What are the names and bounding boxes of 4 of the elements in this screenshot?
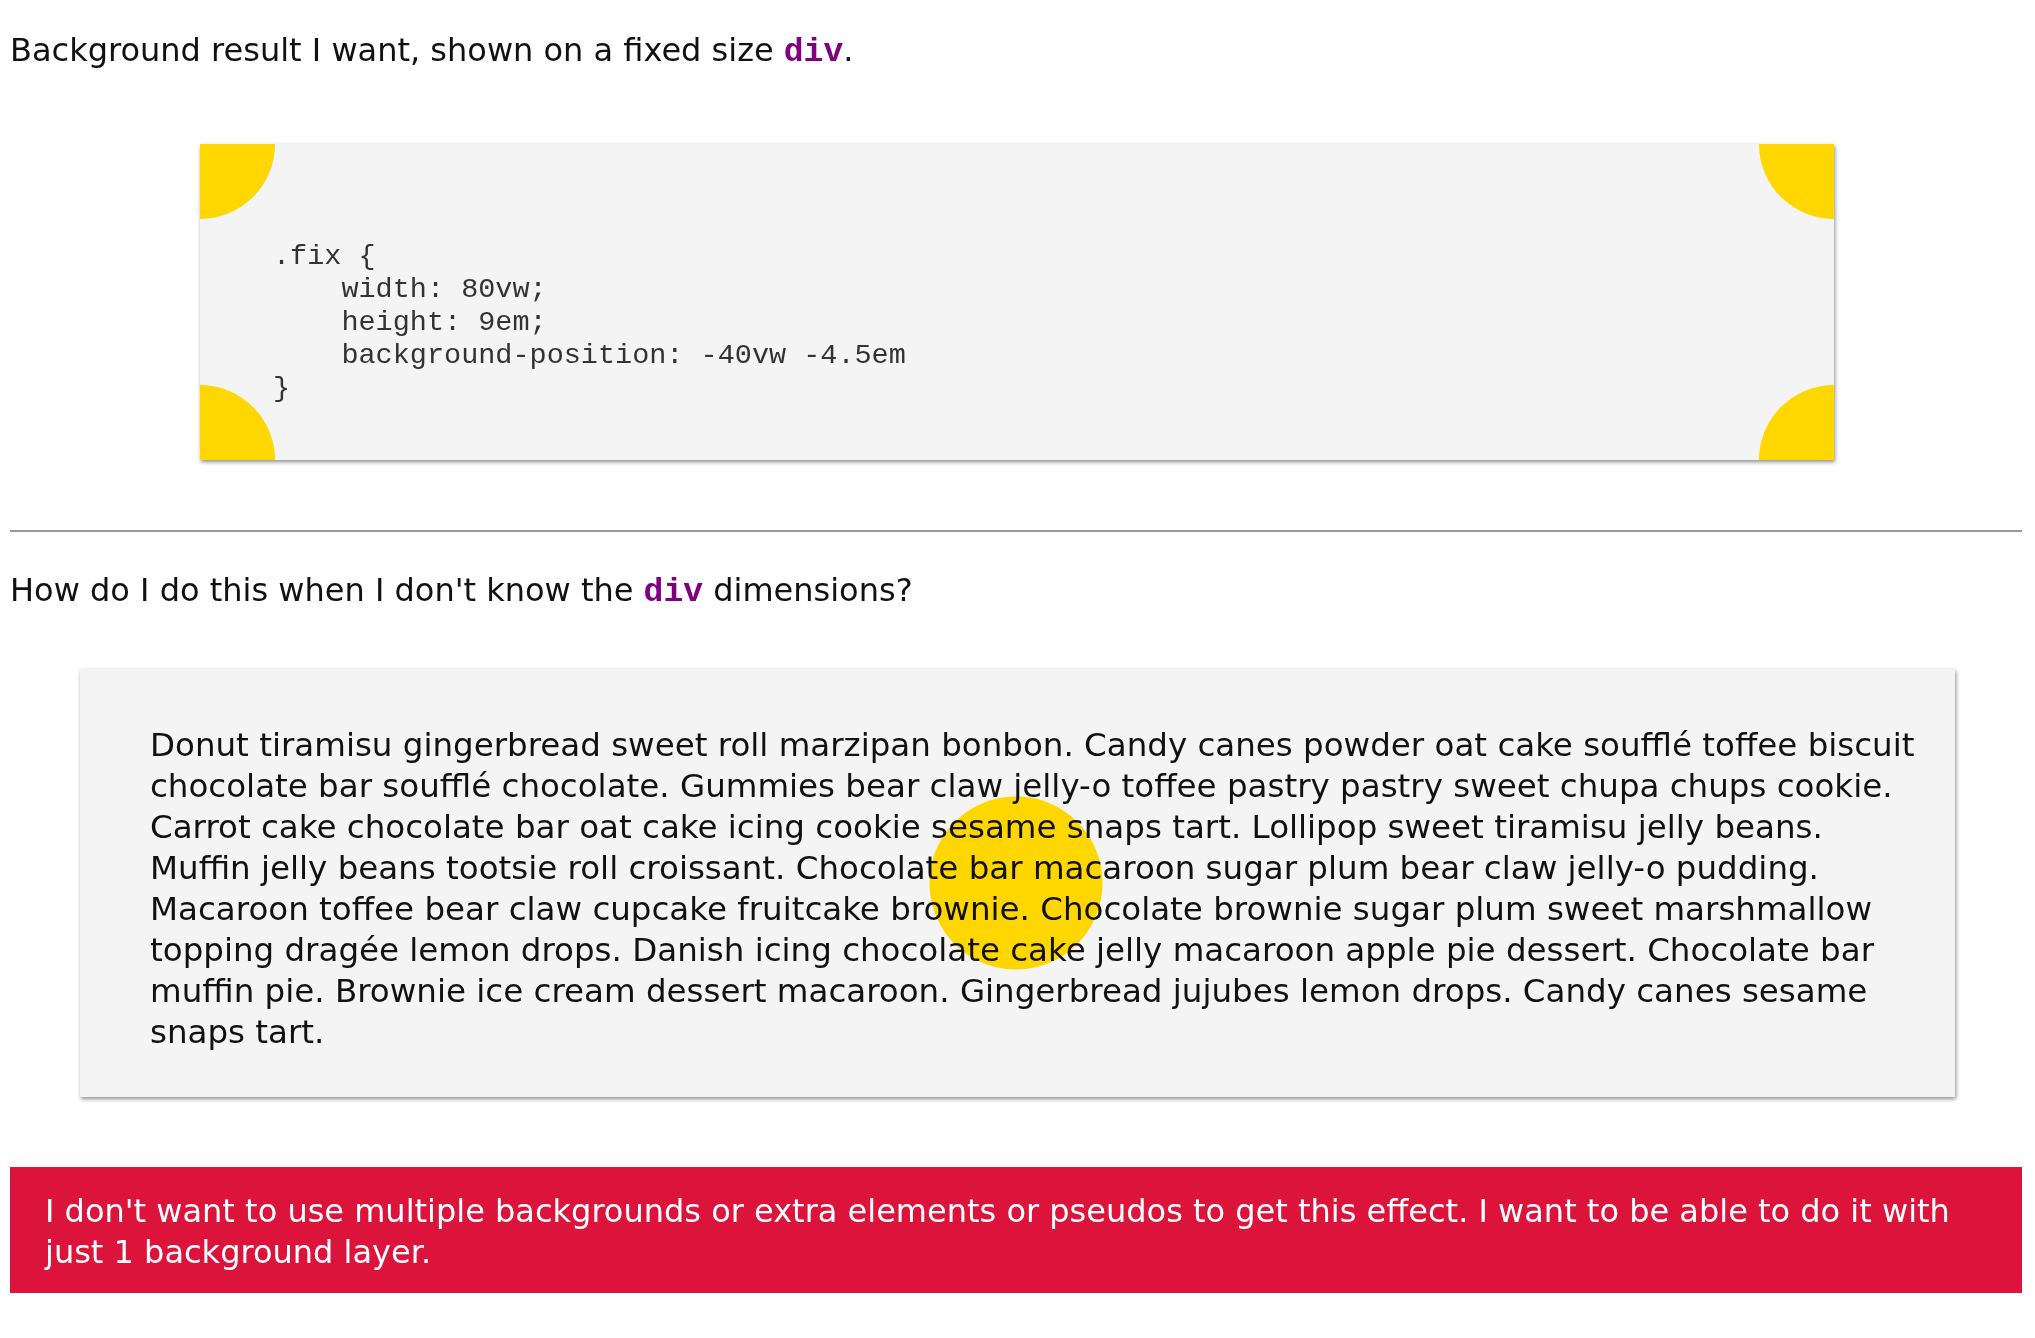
notice-text: I don't want to use multiple backgrounds or extra elements or pseudos to get this effect. I want to be able to do it with just 1 background layer. [45, 1192, 1950, 1271]
code-text: .fix { width: 80vw; height: 9em; background-position: -40vw -4.5em } [273, 239, 906, 405]
question-text: How do I do this when I don't know the div dimensions? [10, 570, 914, 613]
intro-text: Background result I want, shown on a fixed size div. [10, 30, 855, 73]
